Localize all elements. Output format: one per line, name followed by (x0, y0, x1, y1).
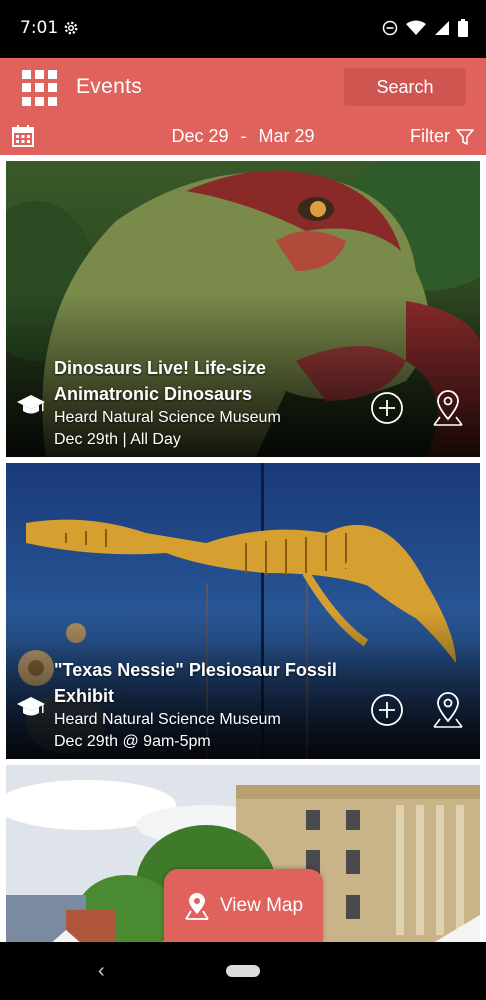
settings-gear-icon (64, 21, 78, 35)
cell-signal-icon (435, 21, 449, 35)
filter-button[interactable]: Filter (410, 126, 474, 147)
do-not-disturb-icon (382, 20, 398, 36)
app-bar: Events Search (0, 58, 486, 117)
back-chevron-icon[interactable]: ‹ (98, 960, 105, 983)
date-range-bar: Dec 29- Mar 29 Filter (0, 117, 486, 155)
event-info: "Texas Nessie" Plesiosaur Fossil Exhibit… (6, 657, 480, 759)
search-button[interactable]: Search (344, 68, 466, 106)
event-title: "Texas Nessie" Plesiosaur Fossil Exhibit (54, 660, 337, 706)
event-date: Dec 29th @ 9am-5pm (54, 733, 211, 750)
event-card[interactable]: Dinosaurs Live! Life-size Animatronic Di… (6, 161, 480, 457)
event-venue: Heard Natural Science Museum (54, 711, 281, 728)
event-date: Dec 29th | All Day (54, 431, 181, 448)
status-bar: 7:01 (0, 0, 486, 58)
event-list[interactable]: Dinosaurs Live! Life-size Animatronic Di… (0, 155, 486, 942)
date-start: Dec 29 (171, 126, 229, 146)
battery-icon (458, 19, 468, 37)
system-nav-bar: ‹ (0, 942, 486, 1000)
event-venue: Heard Natural Science Museum (54, 409, 281, 426)
status-time: 7:01 (20, 18, 59, 38)
date-end: Mar 29 (258, 126, 315, 146)
event-card[interactable]: "Texas Nessie" Plesiosaur Fossil Exhibit… (6, 463, 480, 759)
date-separator: - (240, 126, 247, 146)
event-info: Dinosaurs Live! Life-size Animatronic Di… (6, 355, 480, 457)
funnel-icon (456, 128, 474, 145)
menu-grid-icon[interactable] (22, 70, 58, 106)
event-title: Dinosaurs Live! Life-size Animatronic Di… (54, 358, 267, 404)
view-map-button[interactable]: View Map (164, 869, 323, 942)
status-icons (382, 19, 468, 37)
wifi-icon (406, 20, 426, 35)
home-pill-icon[interactable] (226, 965, 260, 977)
filter-label: Filter (410, 126, 450, 146)
page-title: Events (76, 75, 142, 98)
view-map-label: View Map (219, 894, 304, 916)
map-pin-icon (185, 892, 209, 920)
